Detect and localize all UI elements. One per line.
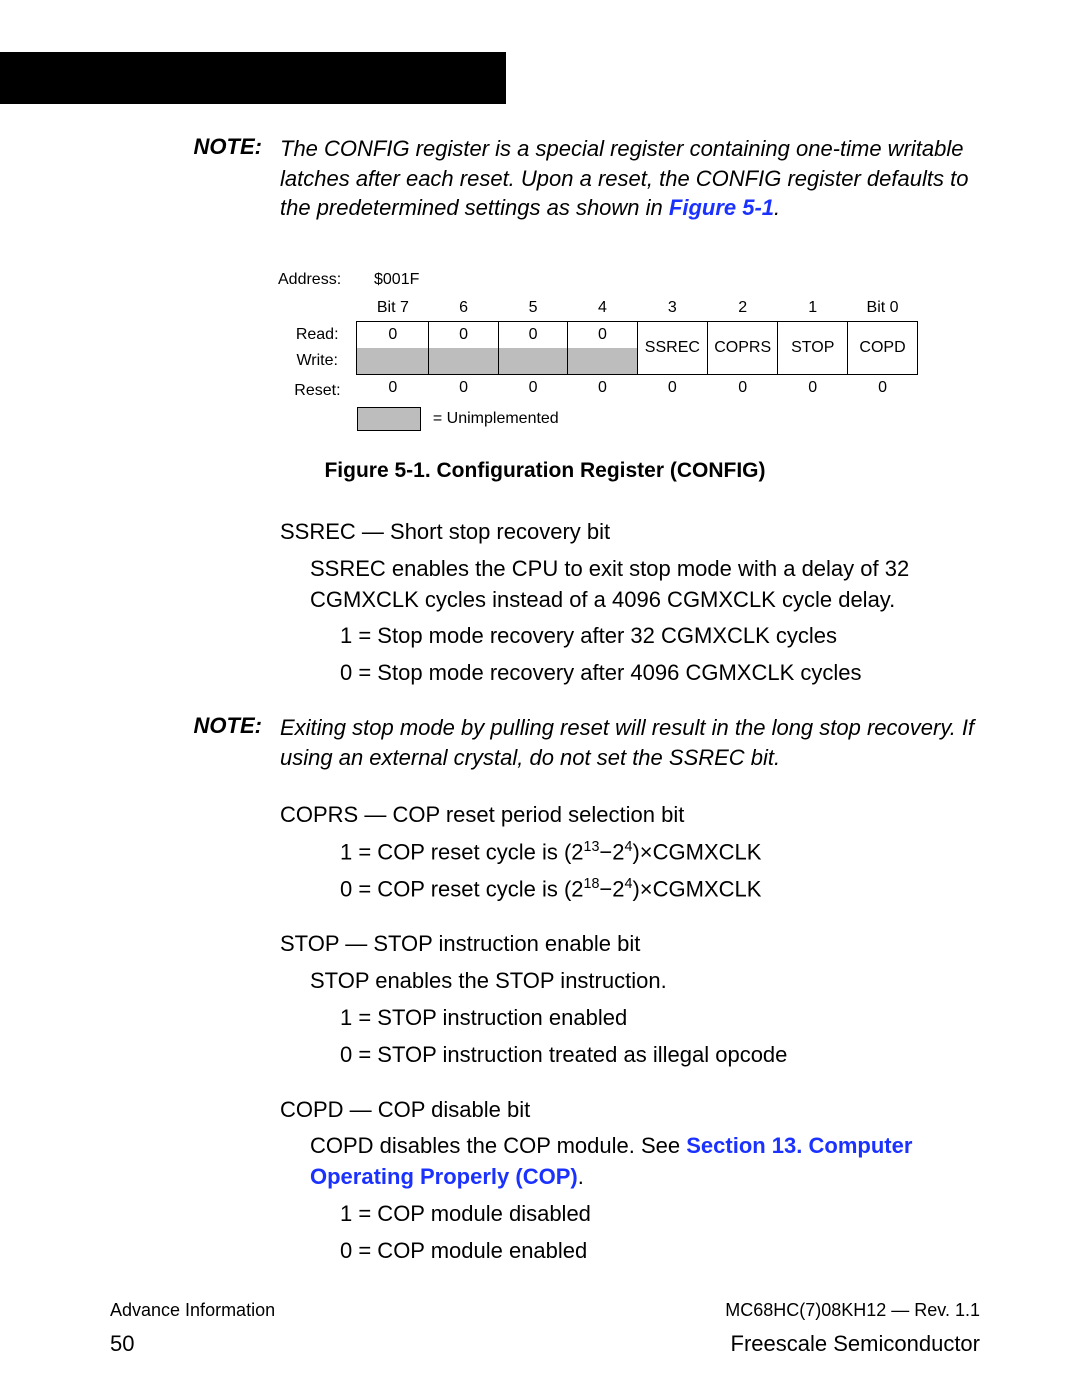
reset-value: 0 — [429, 375, 498, 402]
stop-title: STOP — STOP instruction enable bit — [280, 929, 980, 960]
figure-caption: Figure 5-1. Configuration Register (CONF… — [110, 459, 980, 483]
reset-value: 0 — [708, 375, 778, 402]
stop-desc: STOP enables the STOP instruction. — [310, 966, 980, 997]
bit-header: Bit 7 — [357, 295, 429, 322]
bit-cell: SSREC — [637, 322, 707, 375]
reset-value: 0 — [357, 375, 429, 402]
bit-header: 2 — [708, 295, 778, 322]
bit-cell: STOP — [778, 322, 848, 375]
bit-cell: 0 — [429, 322, 498, 349]
bit-header: Bit 0 — [848, 295, 918, 322]
bit-header: 6 — [429, 295, 498, 322]
stop-v1: 1 = STOP instruction enabled — [340, 1003, 980, 1034]
ssrec-title: SSREC — Short stop recovery bit — [280, 517, 980, 548]
note-1: NOTE: The CONFIG register is a special r… — [110, 134, 980, 223]
page-footer: Advance Information MC68HC(7)08KH12 — Re… — [110, 1300, 980, 1357]
coprs-block: COPRS — COP reset period selection bit 1… — [280, 800, 980, 905]
bit-cell: 0 — [568, 322, 637, 349]
copd-block: COPD — COP disable bit COPD disables the… — [280, 1095, 980, 1267]
register-diagram: Address: $001F Bit 7 6 5 4 3 2 1 Bit 0 — [278, 271, 918, 431]
reset-value: 0 — [848, 375, 918, 402]
reset-row: Reset: 0 0 0 0 0 0 0 0 — [278, 375, 918, 402]
footer-company: Freescale Semiconductor — [731, 1331, 980, 1357]
copd-title: COPD — COP disable bit — [280, 1095, 980, 1126]
reset-value: 0 — [778, 375, 848, 402]
bit-cell: 0 — [498, 322, 567, 349]
bit-cell-unimpl — [357, 348, 429, 375]
footer-right: MC68HC(7)08KH12 — Rev. 1.1 — [725, 1300, 980, 1321]
note1-text-b: . — [774, 195, 780, 220]
address-label: Address: — [278, 271, 368, 289]
reset-label: Reset: — [278, 375, 357, 402]
legend-text: = Unimplemented — [429, 401, 637, 431]
stop-block: STOP — STOP instruction enable bit STOP … — [280, 929, 980, 1070]
bit-cell: COPD — [848, 322, 918, 375]
footer-left: Advance Information — [110, 1300, 275, 1321]
note-text: Exiting stop mode by pulling reset will … — [280, 713, 980, 772]
bit-header: 4 — [568, 295, 637, 322]
legend-row: = Unimplemented — [278, 401, 918, 431]
read-row: Read: 0 0 0 0 SSREC COPRS STOP COPD — [278, 322, 918, 349]
page-number: 50 — [110, 1331, 134, 1357]
coprs-v1: 1 = COP reset cycle is (213−24)×CGMXCLK — [340, 837, 980, 868]
reset-value: 0 — [498, 375, 567, 402]
reset-value: 0 — [568, 375, 637, 402]
note-text: The CONFIG register is a special registe… — [280, 134, 980, 223]
copd-desc: COPD disables the COP module. See Sectio… — [310, 1131, 980, 1193]
bit-header: 3 — [637, 295, 707, 322]
bit-header: 5 — [498, 295, 567, 322]
note1-text-a: The CONFIG register is a special registe… — [280, 136, 968, 220]
stop-v0: 0 = STOP instruction treated as illegal … — [340, 1040, 980, 1071]
ssrec-block: SSREC — Short stop recovery bit SSREC en… — [280, 517, 980, 689]
coprs-v0: 0 = COP reset cycle is (218−24)×CGMXCLK — [340, 874, 980, 905]
address-value: $001F — [368, 271, 419, 289]
ssrec-v1: 1 = Stop mode recovery after 32 CGMXCLK … — [340, 621, 980, 652]
bit-cell-unimpl — [429, 348, 498, 375]
bit-cell-unimpl — [498, 348, 567, 375]
header-blackbar — [0, 52, 506, 104]
bit-cell-unimpl — [568, 348, 637, 375]
note-label: NOTE: — [110, 713, 280, 739]
ssrec-v0: 0 = Stop mode recovery after 4096 CGMXCL… — [340, 658, 980, 689]
read-label: Read: — [278, 322, 357, 349]
bit-cell: COPRS — [708, 322, 778, 375]
copd-v0: 0 = COP module enabled — [340, 1236, 980, 1267]
note-2: NOTE: Exiting stop mode by pulling reset… — [110, 713, 980, 772]
coprs-title: COPRS — COP reset period selection bit — [280, 800, 980, 831]
write-label: Write: — [278, 348, 357, 375]
note1-figure-link[interactable]: Figure 5-1 — [669, 195, 774, 220]
reset-value: 0 — [637, 375, 707, 402]
ssrec-desc: SSREC enables the CPU to exit stop mode … — [310, 554, 980, 616]
legend-swatch — [357, 407, 421, 431]
bit-header: 1 — [778, 295, 848, 322]
note-label: NOTE: — [110, 134, 280, 160]
bit-header-row: Bit 7 6 5 4 3 2 1 Bit 0 — [278, 295, 918, 322]
bit-cell: 0 — [357, 322, 429, 349]
copd-v1: 1 = COP module disabled — [340, 1199, 980, 1230]
